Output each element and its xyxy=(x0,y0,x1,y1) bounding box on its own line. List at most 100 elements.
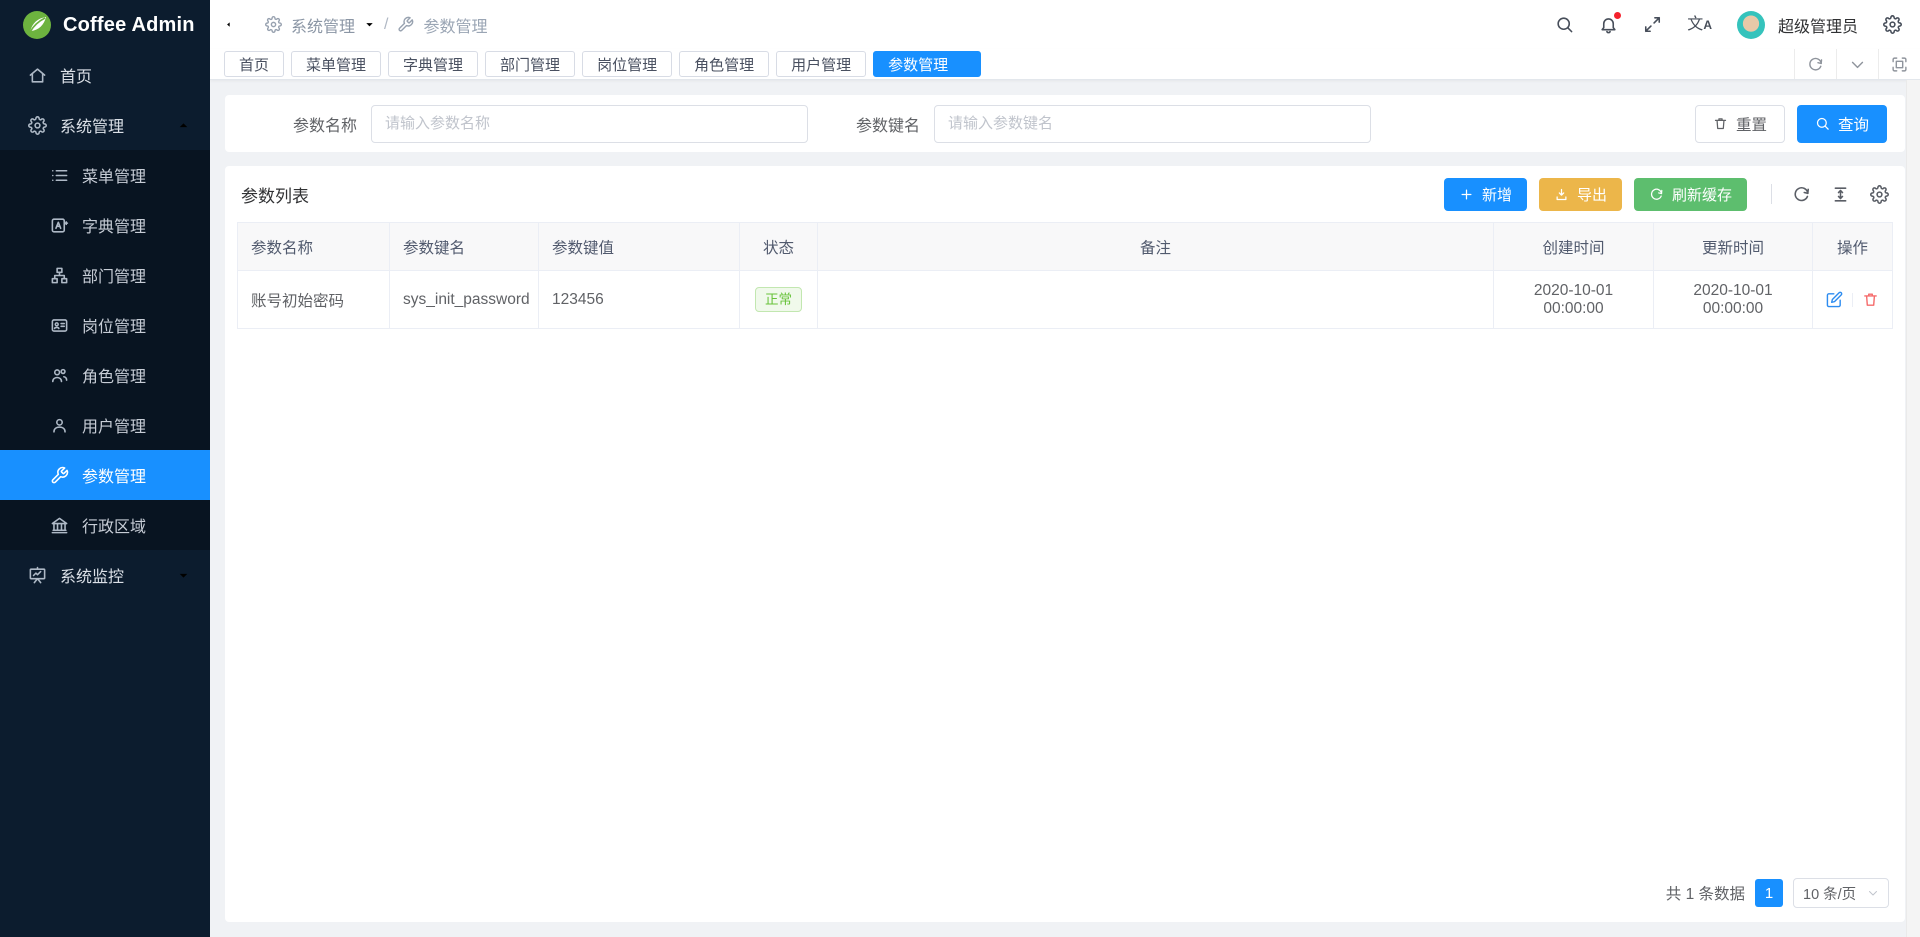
col-header-updated: 更新时间 xyxy=(1654,223,1813,271)
sidebar-item-system[interactable]: 系统管理 xyxy=(0,100,210,150)
param-key-form-item: 参数键名 xyxy=(856,105,1371,143)
notification-button[interactable] xyxy=(1599,15,1618,34)
chevron-up-icon xyxy=(177,119,190,132)
sidebar-item-menu-mgmt[interactable]: 菜单管理 xyxy=(0,150,210,200)
top-header: 系统管理 / 参数管理 文A 超级管理员 xyxy=(210,0,1920,49)
plus-icon xyxy=(1459,187,1474,202)
scrollbar-track[interactable] xyxy=(1906,80,1920,937)
breadcrumb-level1[interactable]: 系统管理 xyxy=(291,13,355,37)
sidebar-item-param-mgmt[interactable]: 参数管理 xyxy=(0,450,210,500)
sidebar-item-label: 首页 xyxy=(60,63,92,87)
sidebar-item-post-mgmt[interactable]: 岗位管理 xyxy=(0,300,210,350)
gear-icon xyxy=(265,16,282,33)
breadcrumb-level2: 参数管理 xyxy=(423,13,487,37)
sidebar-item-dept-mgmt[interactable]: 部门管理 xyxy=(0,250,210,300)
collapse-sidebar-icon[interactable] xyxy=(224,14,245,35)
tab-home[interactable]: 首页 xyxy=(224,51,284,77)
pagination-total: 共 1 条数据 xyxy=(1666,882,1745,904)
tab-options-button[interactable] xyxy=(1836,49,1878,79)
menu-list-icon xyxy=(50,166,69,185)
page-content: 参数名称 参数键名 重置 查询 参数列表 xyxy=(210,80,1920,937)
page-number-button[interactable]: 1 xyxy=(1755,879,1783,907)
breadcrumb-separator: / xyxy=(384,16,388,34)
param-table: 参数名称 参数键名 参数键值 状态 备注 创建时间 更新时间 操作 账号初始密码… xyxy=(237,222,1893,329)
refresh-tab-button[interactable] xyxy=(1794,49,1836,79)
chevron-down-icon xyxy=(177,569,190,582)
col-header-key: 参数键名 xyxy=(390,223,539,271)
cell-operation xyxy=(1813,271,1893,329)
toolbar-actions: 新增 导出 刷新缓存 xyxy=(1444,178,1889,211)
search-form-card: 参数名称 参数键名 重置 查询 xyxy=(225,95,1905,152)
query-button[interactable]: 查询 xyxy=(1797,105,1887,143)
tabbar-tools xyxy=(1794,49,1920,79)
column-settings-gear-icon[interactable] xyxy=(1870,185,1889,204)
refresh-table-icon[interactable] xyxy=(1792,185,1811,204)
avatar[interactable] xyxy=(1737,11,1765,39)
sidebar-item-role-mgmt[interactable]: 角色管理 xyxy=(0,350,210,400)
download-icon xyxy=(1554,187,1569,202)
operation-divider xyxy=(1852,293,1853,307)
fullscreen-icon[interactable] xyxy=(1643,15,1662,34)
cell-param-value: 123456 xyxy=(539,271,740,329)
close-icon[interactable] xyxy=(955,59,966,70)
add-button[interactable]: 新增 xyxy=(1444,178,1527,211)
monitor-icon xyxy=(28,566,47,585)
edit-icon[interactable] xyxy=(1826,291,1843,308)
sidebar-item-dict-mgmt[interactable]: 字典管理 xyxy=(0,200,210,250)
tab-param-mgmt[interactable]: 参数管理 xyxy=(873,51,981,77)
col-header-value: 参数键值 xyxy=(539,223,740,271)
header-actions: 文A 超级管理员 xyxy=(1555,11,1902,39)
translate-icon[interactable]: 文A xyxy=(1687,17,1712,33)
sidebar-item-label: 行政区域 xyxy=(82,513,146,537)
refresh-cache-button[interactable]: 刷新缓存 xyxy=(1634,178,1747,211)
notification-badge xyxy=(1614,12,1621,19)
breadcrumb: 系统管理 / 参数管理 xyxy=(265,13,487,37)
sidebar-item-user-mgmt[interactable]: 用户管理 xyxy=(0,400,210,450)
sidebar-item-label: 角色管理 xyxy=(82,363,146,387)
maximize-icon xyxy=(1891,56,1908,73)
tab-dict-mgmt[interactable]: 字典管理 xyxy=(388,51,478,77)
sidebar-item-monitor[interactable]: 系统监控 xyxy=(0,550,210,600)
app-title: Coffee Admin xyxy=(63,14,195,37)
settings-gear-icon[interactable] xyxy=(1883,15,1902,34)
sidebar-item-label: 岗位管理 xyxy=(82,313,146,337)
sidebar: Coffee Admin 首页 系统管理 菜单管理 字典管理 部门管理 岗位管理… xyxy=(0,0,210,937)
search-icon[interactable] xyxy=(1555,15,1574,34)
table-header-row: 参数名称 参数键名 参数键值 状态 备注 创建时间 更新时间 操作 xyxy=(238,223,1893,271)
card-title: 参数列表 xyxy=(241,182,309,207)
tab-role-mgmt[interactable]: 角色管理 xyxy=(679,51,769,77)
sidebar-item-label: 菜单管理 xyxy=(82,163,146,187)
cell-remark xyxy=(818,271,1494,329)
sidebar-item-label: 系统管理 xyxy=(60,113,124,137)
app-logo: Coffee Admin xyxy=(0,0,210,50)
sidebar-item-region[interactable]: 行政区域 xyxy=(0,500,210,550)
wrench-icon xyxy=(50,466,69,485)
param-list-card: 参数列表 新增 导出 刷新缓存 xyxy=(225,166,1905,922)
id-badge-icon xyxy=(50,316,69,335)
tab-post-mgmt[interactable]: 岗位管理 xyxy=(582,51,672,77)
sidebar-item-label: 参数管理 xyxy=(82,463,146,487)
param-key-input[interactable] xyxy=(934,105,1371,143)
tab-user-mgmt[interactable]: 用户管理 xyxy=(776,51,866,77)
page-size-select[interactable]: 10 条/页 xyxy=(1793,878,1889,908)
delete-trash-icon[interactable] xyxy=(1862,291,1879,308)
tab-dept-mgmt[interactable]: 部门管理 xyxy=(485,51,575,77)
param-name-input[interactable] xyxy=(371,105,808,143)
col-header-operation: 操作 xyxy=(1813,223,1893,271)
sidebar-item-home[interactable]: 首页 xyxy=(0,50,210,100)
table-row: 账号初始密码 sys_init_password 123456 正常 2020-… xyxy=(238,271,1893,329)
maximize-content-button[interactable] xyxy=(1878,49,1920,79)
reset-button[interactable]: 重置 xyxy=(1695,105,1785,143)
export-button[interactable]: 导出 xyxy=(1539,178,1622,211)
cell-param-name: 账号初始密码 xyxy=(238,271,390,329)
roles-icon xyxy=(50,366,69,385)
col-header-remark: 备注 xyxy=(818,223,1494,271)
param-name-label: 参数名称 xyxy=(293,112,357,136)
tab-menu-mgmt[interactable]: 菜单管理 xyxy=(291,51,381,77)
col-header-created: 创建时间 xyxy=(1494,223,1654,271)
user-name[interactable]: 超级管理员 xyxy=(1778,13,1858,37)
sidebar-item-label: 系统监控 xyxy=(60,563,124,587)
system-submenu: 菜单管理 字典管理 部门管理 岗位管理 角色管理 用户管理 参数管理 行政区域 xyxy=(0,150,210,550)
row-density-icon[interactable] xyxy=(1831,185,1850,204)
gear-icon xyxy=(28,116,47,135)
